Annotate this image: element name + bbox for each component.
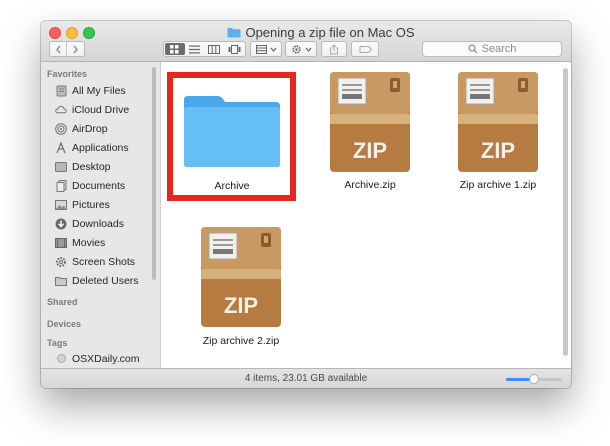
folder-icon (227, 27, 241, 37)
sidebar-item-label: Screen Shots (72, 255, 136, 268)
zip-badge-text: ZIP (353, 138, 387, 163)
applications-icon (55, 141, 67, 154)
sidebar-item-label: Pictures (72, 198, 110, 211)
tags-heading[interactable]: Tags (47, 338, 67, 348)
icon-size-slider[interactable] (506, 374, 562, 384)
gear-icon (291, 44, 301, 54)
search-placeholder: Search (481, 43, 517, 55)
zip-archive-icon: ZIP (330, 72, 410, 172)
share-button[interactable] (321, 41, 347, 57)
sidebar-item-label: iCloud Drive (72, 103, 130, 116)
zip-archive-icon: ZIP (458, 72, 538, 172)
zip-badge-text: ZIP (481, 138, 515, 163)
edit-tags-button[interactable] (351, 41, 379, 57)
sidebar-item-label: Documents (72, 179, 126, 192)
status-bar: 4 items, 23.01 GB available (41, 368, 571, 388)
title-bar: Opening a zip file on Mac OS Search (41, 21, 571, 62)
zip-badge-text: ZIP (224, 293, 258, 318)
zip-archive-icon: ZIP (201, 227, 281, 327)
cloud-icon (55, 104, 67, 116)
sidebar-tag-osxdaily[interactable]: OSXDaily.com (55, 350, 140, 367)
tag-icon (359, 45, 372, 53)
sidebar-item-deleted-users[interactable]: Deleted Users (55, 272, 139, 289)
sidebar-item-label: Deleted Users (72, 274, 139, 287)
file-name: Archive.zip (344, 179, 396, 191)
all-files-icon (55, 85, 67, 97)
sidebar-item-label: OSXDaily.com (72, 352, 140, 365)
status-text: 4 items, 23.01 GB available (244, 373, 368, 384)
file-item-archive-folder[interactable]: Archive (177, 90, 287, 192)
favorites-heading: Favorites (47, 69, 88, 79)
sidebar-item-label: Downloads (72, 217, 124, 230)
chevron-down-icon (270, 47, 276, 52)
search-icon (467, 44, 478, 54)
airdrop-icon (55, 122, 67, 135)
list-view-button[interactable] (185, 43, 205, 55)
sidebar-item-applications[interactable]: Applications (55, 139, 129, 156)
gear-icon (55, 256, 67, 268)
sidebar-item-screen-shots[interactable]: Screen Shots (55, 253, 135, 270)
sidebar-item-documents[interactable]: Documents (55, 177, 125, 194)
back-button[interactable] (50, 42, 68, 56)
chevron-right-icon (73, 45, 78, 53)
close-button[interactable] (49, 27, 61, 39)
sidebar-item-label: AirDrop (72, 122, 108, 135)
documents-icon (55, 179, 67, 192)
tag-color-dot-icon (55, 353, 67, 365)
chevron-down-icon (305, 47, 311, 52)
sidebar-item-all-my-files[interactable]: All My Files (55, 82, 126, 99)
action-button[interactable] (285, 41, 317, 57)
sidebar: Favorites All My Files iCloud Drive AirD… (41, 62, 161, 368)
shared-heading[interactable]: Shared (47, 297, 78, 307)
file-name: Zip archive 2.zip (202, 335, 280, 347)
nav-buttons (49, 41, 85, 57)
window-title-text: Opening a zip file on Mac OS (245, 24, 415, 40)
file-browser: Archive ZIP Archive.zip ZIP Zip archive … (161, 62, 571, 368)
forward-button[interactable] (67, 42, 84, 56)
sidebar-item-label: All My Files (72, 84, 126, 97)
file-item-zip-archive-1[interactable]: ZIP Zip archive 1.zip (443, 72, 553, 191)
arrange-button[interactable] (250, 41, 282, 57)
cover-flow-icon (228, 44, 241, 54)
minimize-button[interactable] (66, 27, 78, 39)
sidebar-item-icloud-drive[interactable]: iCloud Drive (55, 101, 129, 118)
cover-flow-button[interactable] (224, 43, 244, 55)
content-scrollbar[interactable] (563, 68, 568, 356)
file-item-archive-zip[interactable]: ZIP Archive.zip (315, 72, 425, 191)
file-name: Zip archive 1.zip (459, 179, 537, 191)
file-item-zip-archive-2[interactable]: ZIP Zip archive 2.zip (186, 227, 296, 347)
finder-window: Opening a zip file on Mac OS Search Favo… (41, 21, 571, 388)
pictures-icon (55, 199, 67, 211)
sidebar-item-desktop[interactable]: Desktop (55, 158, 111, 175)
folder-icon (55, 275, 67, 287)
sidebar-item-pictures[interactable]: Pictures (55, 196, 110, 213)
column-view-button[interactable] (205, 43, 225, 55)
downloads-icon (55, 218, 67, 230)
sidebar-item-airdrop[interactable]: AirDrop (55, 120, 108, 137)
sidebar-item-label: Movies (72, 236, 106, 249)
sidebar-item-label: Applications (72, 141, 129, 154)
icon-view-icon (170, 44, 179, 53)
sidebar-item-movies[interactable]: Movies (55, 234, 105, 251)
icon-view-button[interactable] (165, 43, 185, 55)
devices-heading[interactable]: Devices (47, 319, 81, 329)
list-view-icon (189, 45, 201, 53)
sidebar-item-label: Desktop (72, 160, 111, 173)
desktop-icon (55, 161, 67, 173)
sidebar-item-downloads[interactable]: Downloads (55, 215, 124, 232)
file-name: Archive (214, 180, 250, 192)
column-view-icon (208, 44, 221, 54)
share-icon (330, 43, 338, 54)
icon-size-slider-knob[interactable] (529, 374, 539, 384)
chevron-left-icon (55, 45, 61, 53)
search-field[interactable]: Search (422, 41, 562, 57)
folder-icon (184, 96, 280, 167)
sidebar-scrollbar[interactable] (152, 67, 156, 280)
arrange-icon (255, 44, 267, 54)
view-mode-control (163, 41, 246, 57)
movies-icon (55, 237, 67, 249)
zoom-button[interactable] (83, 27, 95, 39)
window-title: Opening a zip file on Mac OS (191, 23, 451, 41)
